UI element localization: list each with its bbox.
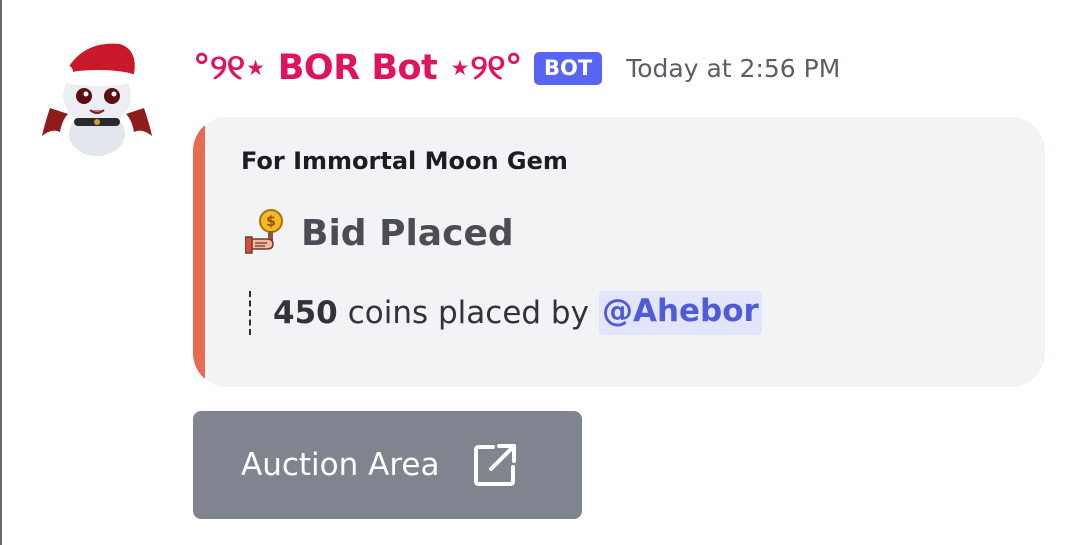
embed-title: $ Bid Placed bbox=[245, 209, 514, 257]
svg-text:$: $ bbox=[266, 214, 276, 230]
quote-dashed-line bbox=[249, 291, 251, 335]
embed-title-text: Bid Placed bbox=[301, 212, 514, 254]
message-header: °୨୧⋆ BOR Bot ⋆୨୧° BOT Today at 2:56 PM bbox=[193, 44, 840, 92]
message-embed: For Immortal Moon Gem $ Bid Placed 450 c… bbox=[193, 117, 1045, 387]
bid-amount: 450 bbox=[273, 295, 338, 331]
auction-area-button-label: Auction Area bbox=[241, 447, 440, 483]
bid-description-text: coins placed by bbox=[347, 295, 589, 331]
hand-holding-coin-icon: $ bbox=[245, 209, 283, 254]
bot-avatar[interactable] bbox=[38, 36, 156, 160]
external-link-icon bbox=[474, 444, 517, 486]
bot-username[interactable]: °୨୧⋆ BOR Bot ⋆୨୧° bbox=[193, 48, 523, 88]
embed-author: For Immortal Moon Gem bbox=[241, 147, 568, 175]
user-mention[interactable]: @Ahebor bbox=[598, 291, 762, 335]
message-timestamp[interactable]: Today at 2:56 PM bbox=[626, 54, 840, 83]
christmas-bat-avatar-icon bbox=[42, 43, 152, 156]
auction-area-button[interactable]: Auction Area bbox=[193, 411, 582, 519]
embed-accent-bar bbox=[193, 117, 205, 387]
window-edge-divider bbox=[0, 0, 2, 545]
embed-description: 450 coins placed by @Ahebor bbox=[249, 291, 762, 335]
bot-badge: BOT bbox=[534, 51, 603, 85]
